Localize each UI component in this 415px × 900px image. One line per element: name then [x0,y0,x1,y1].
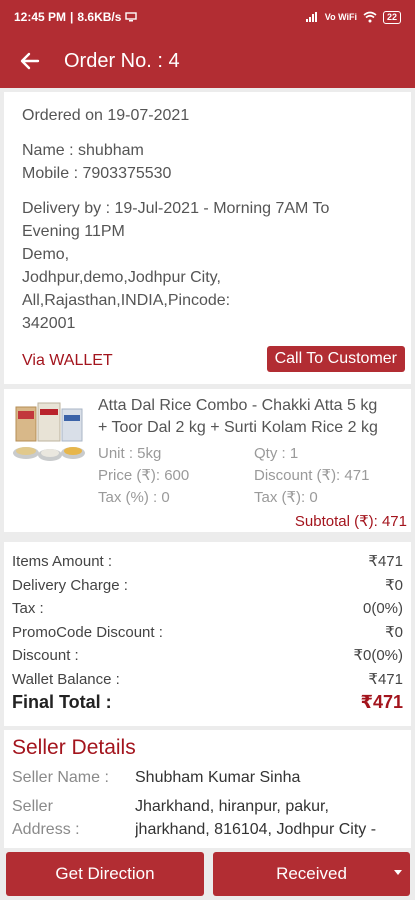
product-details: Unit : 5kg Qty : 1 Price (₹): 600 Discou… [98,443,410,509]
address-line: All,Rajasthan,INDIA,Pincode: [22,292,231,309]
screen-icon [125,12,138,22]
status-bar: 12:45 PM | 8.6KB/s Vo WiFi 22 [0,0,415,34]
seller-heading: Seller Details [12,736,136,759]
final-total-label: Final Total : [12,692,112,712]
back-button[interactable] [0,34,60,88]
seller-address-value: Jharkhand, hiranpur, pakur, jharkhand, 81… [135,798,377,838]
battery-icon: 22 [382,10,401,24]
status-time: 12:45 PM [14,10,67,24]
product-tax-amount: Tax (₹): 0 [254,489,318,506]
summary-row: Discount : ₹0(0%) [12,647,403,664]
order-summary-card: Items Amount : ₹471 Delivery Charge : ₹0 T… [4,542,411,726]
call-customer-button[interactable]: Call To Customer [266,346,405,372]
get-direction-button[interactable]: Get Direction [6,852,204,896]
seller-details-card: Seller Details Seller Name : Shubham Kum… [4,730,411,848]
order-status-dropdown[interactable]: Received [213,852,410,896]
product-title: Atta Dal Rice Combo - Chakki Atta 5 kg +… [98,397,378,436]
order-info-card: Ordered on 19-07-2021 Name : shubham Mob… [4,92,411,384]
final-total-row: Final Total : ₹471 [12,691,403,715]
seller-name-value: Shubham Kumar Sinha [135,769,301,786]
summary-row: Items Amount : ₹471 [12,553,403,570]
caret-down-icon [394,870,402,875]
network-speed: 8.6KB/s [77,10,122,24]
signal-icon [305,12,317,22]
app-bar: Order No. : 4 [0,34,415,88]
summary-row: Tax :0(0%) [12,600,403,617]
order-status-label: Received [276,864,347,883]
product-image [10,399,88,467]
arrow-left-icon [20,52,40,70]
address-line: 342001 [22,315,76,332]
summary-row: Wallet Balance : ₹471 [12,670,403,688]
address-line: Jodhpur,demo,Jodhpur City, [22,269,221,286]
product-discount: Discount (₹): 471 [254,467,370,484]
product-card: Atta Dal Rice Combo - Chakki Atta 5 kg +… [4,389,411,532]
final-total-value: ₹471 [360,692,403,712]
delivery-slot-cont: Evening 11PM [22,223,125,240]
seller-name-label: Seller Name : [12,769,109,786]
product-tax-percent: Tax (%) : 0 [98,489,170,506]
product-price: Price (₹): 600 [98,467,190,484]
summary-row: PromoCode Discount : ₹0 [12,623,403,641]
address-line: Demo, [22,246,70,263]
seller-name-row: Seller Name : Shubham Kumar Sinha [12,766,403,789]
page-title: Order No. : 4 [64,49,180,72]
wifi-icon [363,11,377,23]
seller-address-row: Seller Address : Jharkhand, hiranpur, pak… [12,795,403,841]
product-qty: Qty : 1 [254,445,299,462]
payment-method: Via WALLET [22,352,113,369]
customer-mobile: Mobile : 7903375530 [22,165,172,182]
delivery-slot: Delivery by : 19-Jul-2021 - Morning 7AM … [22,200,330,217]
ordered-date: Ordered on 19-07-2021 [22,107,190,124]
product-unit: Unit : 5kg [98,445,162,462]
seller-address-label: Seller Address : [12,798,80,838]
customer-name: Name : shubham [22,142,144,159]
product-subtotal: Subtotal (₹): 471 [294,513,407,530]
network-type: Vo WiFi [324,12,357,22]
summary-row: Delivery Charge : ₹0 [12,576,403,594]
